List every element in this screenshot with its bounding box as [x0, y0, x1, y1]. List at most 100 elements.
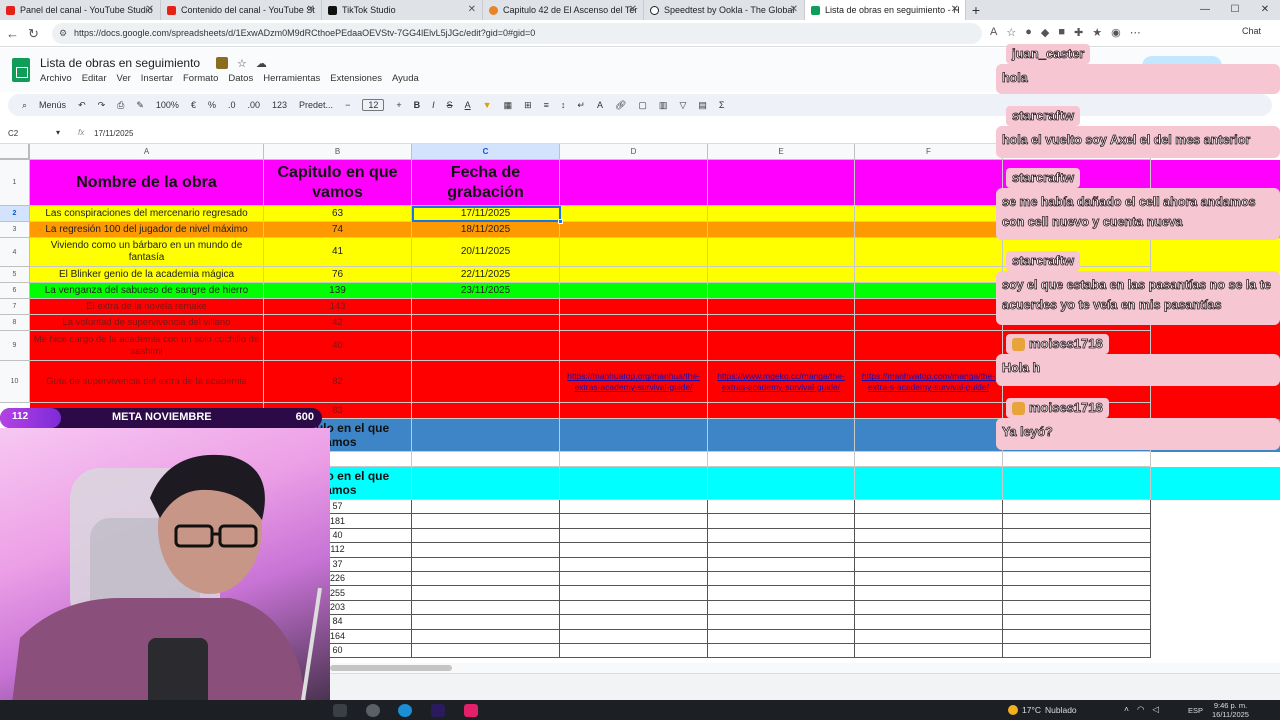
- close-tab-icon[interactable]: ✕: [790, 4, 798, 15]
- empty-cell[interactable]: [560, 206, 708, 222]
- empty-cell[interactable]: [855, 283, 1003, 299]
- weather-widget[interactable]: 17°C Nublado: [1008, 705, 1077, 715]
- bold-button[interactable]: B: [414, 100, 421, 110]
- menu-datos[interactable]: Datos: [228, 73, 253, 84]
- empty-cell[interactable]: [1003, 500, 1151, 515]
- empty-cell[interactable]: [855, 500, 1003, 515]
- app-icon[interactable]: [333, 704, 347, 717]
- close-tab-icon[interactable]: ✕: [951, 4, 959, 15]
- italic-button[interactable]: I: [432, 100, 435, 110]
- empty-cell[interactable]: [708, 600, 855, 616]
- merge-cells-icon[interactable]: ⊞: [524, 100, 532, 111]
- empty-cell[interactable]: [560, 557, 708, 572]
- menu-herramientas[interactable]: Herramientas: [263, 73, 320, 84]
- empty-cell[interactable]: [855, 299, 1003, 315]
- empty-cell[interactable]: [708, 467, 855, 500]
- percent-format-button[interactable]: %: [208, 100, 216, 110]
- menu-formato[interactable]: Formato: [183, 73, 218, 84]
- print-icon[interactable]: ⎙: [117, 100, 124, 111]
- menu-archivo[interactable]: Archivo: [40, 73, 72, 84]
- empty-cell[interactable]: [708, 615, 855, 630]
- empty-cell[interactable]: [855, 331, 1003, 361]
- column-header[interactable]: A: [30, 144, 264, 160]
- back-icon[interactable]: ←: [6, 26, 19, 41]
- tray-arrow-icon[interactable]: ˄: [1124, 704, 1129, 715]
- decrease-decimals-button[interactable]: .0: [228, 100, 236, 110]
- link-cell[interactable]: https://manhwatop.com/manga/the-extra-s-…: [855, 361, 1003, 403]
- link-cell[interactable]: https://manhuatop.org/manhua/the-extras-…: [560, 361, 708, 403]
- extension-icon[interactable]: ■: [1058, 26, 1065, 39]
- empty-cell[interactable]: [412, 419, 560, 452]
- row-header[interactable]: 5: [0, 267, 30, 283]
- empty-cell[interactable]: [855, 615, 1003, 630]
- empty-cell[interactable]: [412, 600, 560, 616]
- chapter-cell[interactable]: 76: [264, 267, 412, 283]
- empty-cell[interactable]: [1003, 600, 1151, 616]
- empty-cell[interactable]: [412, 452, 560, 467]
- language-indicator[interactable]: ESP: [1188, 706, 1203, 715]
- column-header[interactable]: F: [855, 144, 1003, 160]
- empty-cell[interactable]: [855, 419, 1003, 452]
- extension-icon[interactable]: ●: [1025, 26, 1032, 39]
- row-header[interactable]: 1: [0, 160, 30, 206]
- empty-cell[interactable]: [708, 572, 855, 587]
- empty-cell[interactable]: [855, 206, 1003, 222]
- chapter-cell[interactable]: 143: [264, 299, 412, 315]
- empty-cell[interactable]: [708, 315, 855, 331]
- font-select[interactable]: Predet...: [299, 100, 333, 110]
- align-horizontal-icon[interactable]: ≡: [544, 100, 549, 110]
- column-header[interactable]: B: [264, 144, 412, 160]
- empty-cell[interactable]: [412, 500, 560, 515]
- tab-tiktok-studio[interactable]: TikTok Studio ✕: [322, 0, 483, 20]
- work-name-cell[interactable]: El extra de la novela remake: [30, 299, 264, 315]
- empty-cell[interactable]: [560, 267, 708, 283]
- empty-cell[interactable]: [1003, 644, 1151, 659]
- empty-cell[interactable]: [560, 467, 708, 500]
- empty-cell[interactable]: [560, 419, 708, 452]
- close-window-icon[interactable]: ✕: [1250, 0, 1280, 20]
- insert-chart-icon[interactable]: ▥: [659, 100, 668, 111]
- chapter-cell[interactable]: 40: [264, 331, 412, 361]
- empty-cell[interactable]: [708, 160, 855, 206]
- header-cell-date[interactable]: Fecha de grabación: [412, 160, 560, 206]
- date-cell[interactable]: [412, 299, 560, 315]
- empty-cell[interactable]: [560, 572, 708, 587]
- empty-cell[interactable]: [560, 299, 708, 315]
- empty-cell[interactable]: [708, 543, 855, 558]
- name-box[interactable]: C2: [8, 129, 18, 138]
- sheets-logo-icon[interactable]: [12, 58, 30, 82]
- empty-cell[interactable]: [1003, 615, 1151, 630]
- empty-cell[interactable]: [560, 629, 708, 644]
- site-info-icon[interactable]: ⚙: [59, 23, 67, 44]
- row-header[interactable]: 7: [0, 299, 30, 315]
- row-header[interactable]: 9: [0, 331, 30, 361]
- tab-sheets[interactable]: Lista de obras en seguimiento - H ✕: [805, 0, 966, 20]
- empty-cell[interactable]: [412, 467, 560, 500]
- work-name-cell[interactable]: Me hice cargo de la academia con un solo…: [30, 331, 264, 361]
- empty-cell[interactable]: [855, 315, 1003, 331]
- obs-icon[interactable]: [366, 704, 380, 717]
- empty-cell[interactable]: [708, 206, 855, 222]
- zoom-select[interactable]: 100%: [156, 100, 179, 110]
- select-all-corner[interactable]: [0, 144, 30, 160]
- work-name-cell[interactable]: Viviendo como un bárbaro en un mundo de …: [30, 238, 264, 267]
- empty-cell[interactable]: [855, 514, 1003, 529]
- work-name-cell[interactable]: El Blinker genio de la academia mágica: [30, 267, 264, 283]
- header-cell-chapter[interactable]: Capitulo en que vamos: [264, 160, 412, 206]
- increase-decimals-button[interactable]: .00: [247, 100, 260, 110]
- empty-cell[interactable]: [412, 629, 560, 644]
- move-folder-icon[interactable]: [216, 57, 228, 69]
- search-icon[interactable]: ⌕: [22, 100, 27, 111]
- empty-cell[interactable]: [560, 500, 708, 515]
- work-name-cell[interactable]: La regresión 100 del jugador de nivel má…: [30, 222, 264, 238]
- empty-cell[interactable]: [708, 514, 855, 529]
- bookmark-star-icon[interactable]: ☆: [1006, 26, 1016, 39]
- empty-cell[interactable]: [560, 452, 708, 467]
- date-cell[interactable]: [412, 361, 560, 403]
- empty-cell[interactable]: [560, 315, 708, 331]
- row-header[interactable]: 3: [0, 222, 30, 238]
- empty-cell[interactable]: [412, 615, 560, 630]
- empty-cell[interactable]: [1003, 452, 1151, 467]
- empty-cell[interactable]: [855, 644, 1003, 659]
- empty-cell[interactable]: [708, 452, 855, 467]
